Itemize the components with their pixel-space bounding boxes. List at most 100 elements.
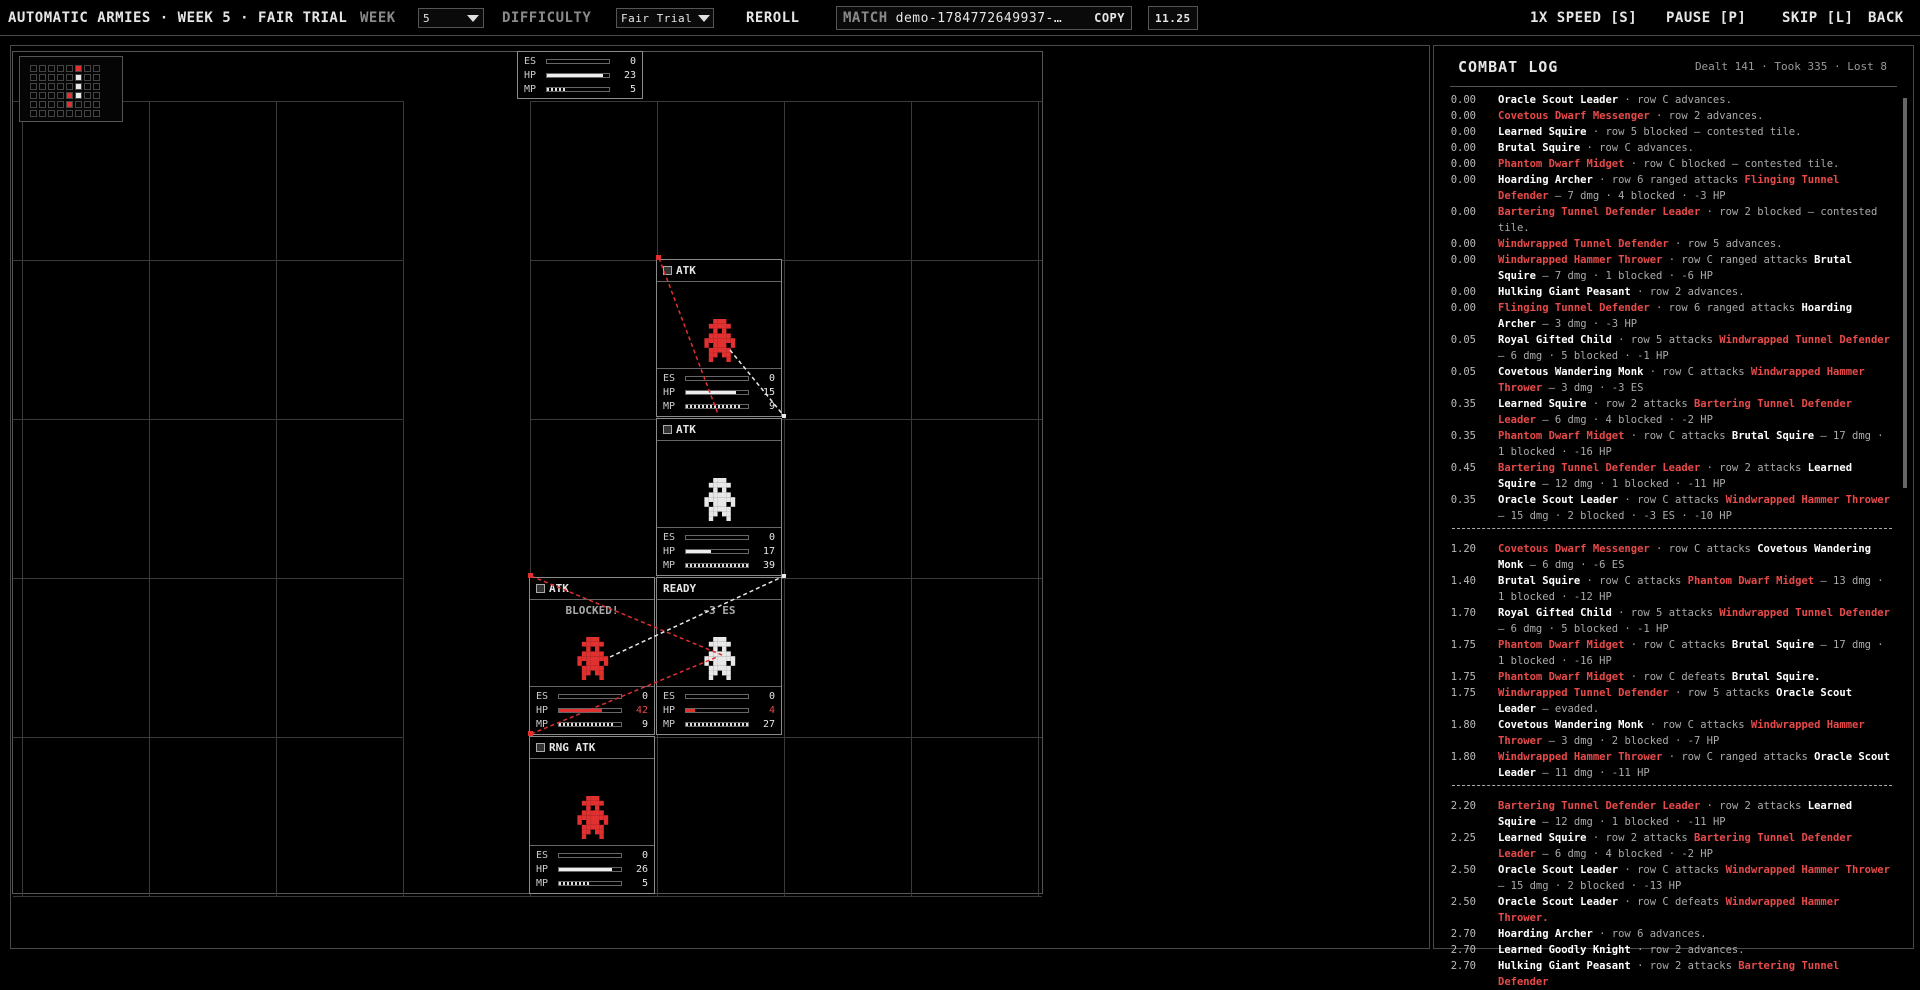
log-text: — 6 dmg · 4 blocked · -2 HP [1535,848,1713,860]
log-entry: 0.00 Hoarding Archer · row 6 ranged attac… [1448,172,1892,204]
unit-floating-text: -3 ES [702,604,736,617]
grid-line [276,101,277,896]
minimap-cell [84,92,91,99]
log-text: · row C attacks [1624,639,1732,651]
es-value: 0 [768,372,775,384]
log-entry: 0.00 Windwrapped Tunnel Defender · row 5 … [1448,236,1892,252]
difficulty-value: Fair Trial [621,11,693,25]
log-entry: 0.05 Royal Gifted Child · row 5 attacks W… [1448,332,1892,364]
es-bar [685,534,749,540]
log-entry: 0.00 Windwrapped Hammer Thrower · row C r… [1448,252,1892,284]
log-unit-name: Bartering Tunnel Defender Leader [1498,206,1701,218]
log-message: Bartering Tunnel Defender Leader · row 2… [1498,460,1892,492]
log-entry: 2.70 Hoarding Archer · row 6 advances. [1448,926,1892,942]
week-select[interactable]: 5 [418,8,484,28]
minimap-cell [39,92,46,99]
stat-row-hp: HP 42 [536,703,648,717]
log-message: Hoarding Archer · row 6 ranged attacks F… [1498,172,1892,204]
log-unit-name: Learned Squire [1498,398,1587,410]
combat-log-title: COMBAT LOG [1458,58,1559,76]
minimap-cell [66,65,73,72]
minimap-cell [84,83,91,90]
log-entry: 2.25 Learned Squire · row 2 attacks Barte… [1448,830,1892,862]
unit-card[interactable]: RNG ATK ES 0 HP 26 MP 5 [529,736,655,894]
log-text: · row 2 attacks [1700,462,1808,474]
stat-row-hp: HP 26 [536,862,648,876]
log-text: · row 5 advances. [1668,238,1783,250]
log-time: 0.45 [1450,462,1476,474]
hp-bar [558,707,622,713]
log-message: Learned Goodly Knight · row 2 advances. [1498,942,1892,958]
log-text: · row 2 attacks [1586,398,1694,410]
log-text: · row 2 attacks [1700,800,1808,812]
week-value: 5 [423,11,431,25]
log-entry: 0.00 Brutal Squire · row C advances. [1448,140,1892,156]
unit-sprite [704,319,736,362]
grid-line [13,896,1042,897]
log-unit-name: Royal Gifted Child [1498,607,1612,619]
log-unit-name: Covetous Dwarf Messenger [1498,110,1650,122]
log-unit-name: Royal Gifted Child [1498,334,1612,346]
mp-bar [685,721,749,727]
log-time: 1.75 [1450,687,1476,699]
log-message: Flinging Tunnel Defender · row 6 ranged … [1498,300,1892,332]
log-entry: 0.35 Oracle Scout Leader · row C attacks … [1448,492,1892,524]
unit-card[interactable]: ATK ES 0 HP 17 MP 39 [656,418,782,576]
es-bar [685,375,749,381]
pause-button[interactable]: PAUSE [P] [1666,0,1746,36]
reroll-button[interactable]: REROLL [746,0,800,36]
log-entry: 0.00 Phantom Dwarf Midget · row C blocked… [1448,156,1892,172]
skip-button[interactable]: SKIP [L] [1782,0,1853,36]
stat-label: ES [663,372,676,384]
minimap-cell [39,74,46,81]
mp-value: 9 [768,400,775,412]
copy-button[interactable]: COPY [1094,11,1125,25]
unit-card[interactable]: ATK ES 0 HP 15 MP 9 [656,259,782,417]
log-text: · row C blocked — contested tile. [1624,158,1840,170]
log-text: — 12 dmg · 1 blocked · -11 HP [1535,816,1726,828]
unit-card[interactable]: READY -3 ES ES 0 HP 4 MP 27 [656,577,782,735]
es-value: 0 [768,531,775,543]
log-text: — 6 dmg · 5 blocked · -1 HP [1498,350,1669,362]
minimap-cell [84,74,91,81]
log-time: 0.35 [1450,398,1476,410]
week-label: WEEK [360,10,396,26]
log-text: · row C attacks [1580,575,1688,587]
log-text: · row 2 advances. [1630,944,1745,956]
log-text: — 7 dmg · 4 blocked · -3 HP [1548,190,1726,202]
minimap-cell [66,101,73,108]
speed-button[interactable]: 1X SPEED [S] [1530,0,1637,36]
log-text: — 12 dmg · 1 blocked · -11 HP [1535,478,1726,490]
minimap-cell [93,65,100,72]
minimap-cell [66,92,73,99]
unit-status-label: ATK [676,264,696,277]
log-time: 1.75 [1450,639,1476,651]
minimap-cell [48,92,55,99]
log-text: — 6 dmg · 5 blocked · -1 HP [1498,623,1669,635]
unit-status-label: RNG ATK [549,741,596,754]
stat-label: ES [536,849,549,861]
back-button[interactable]: BACK [1868,0,1904,36]
stat-label: ES [536,690,549,702]
log-text: — 15 dmg · 2 blocked · -3 ES · -10 HP [1498,510,1732,522]
stat-label: HP [536,863,549,875]
difficulty-select[interactable]: Fair Trial [616,8,714,28]
log-entry: 0.00 Learned Squire · row 5 blocked — con… [1448,124,1892,140]
log-time: 2.50 [1450,864,1476,876]
unit-portrait: -3 ES [657,600,781,686]
log-message: Learned Squire · row 2 attacks Bartering… [1498,396,1892,428]
unit-status: ATK [657,419,781,441]
unit-card[interactable]: ATK BLOCKED! ES 0 HP 42 MP 9 [529,577,655,735]
stat-label: HP [663,386,676,398]
log-text: — 6 dmg · 4 blocked · -2 HP [1535,414,1713,426]
minimap-cell [75,83,82,90]
log-unit-name: Phantom Dwarf Midget [1498,639,1625,651]
minimap[interactable] [19,56,123,122]
empty-lane [404,52,530,893]
es-value: 0 [641,690,648,702]
unit-floating-text: BLOCKED! [565,604,619,617]
log-entry: 1.80 Windwrapped Hammer Thrower · row C r… [1448,749,1892,781]
minimap-cell [84,101,91,108]
scrollbar[interactable] [1903,98,1907,488]
log-time: 0.00 [1450,286,1476,298]
